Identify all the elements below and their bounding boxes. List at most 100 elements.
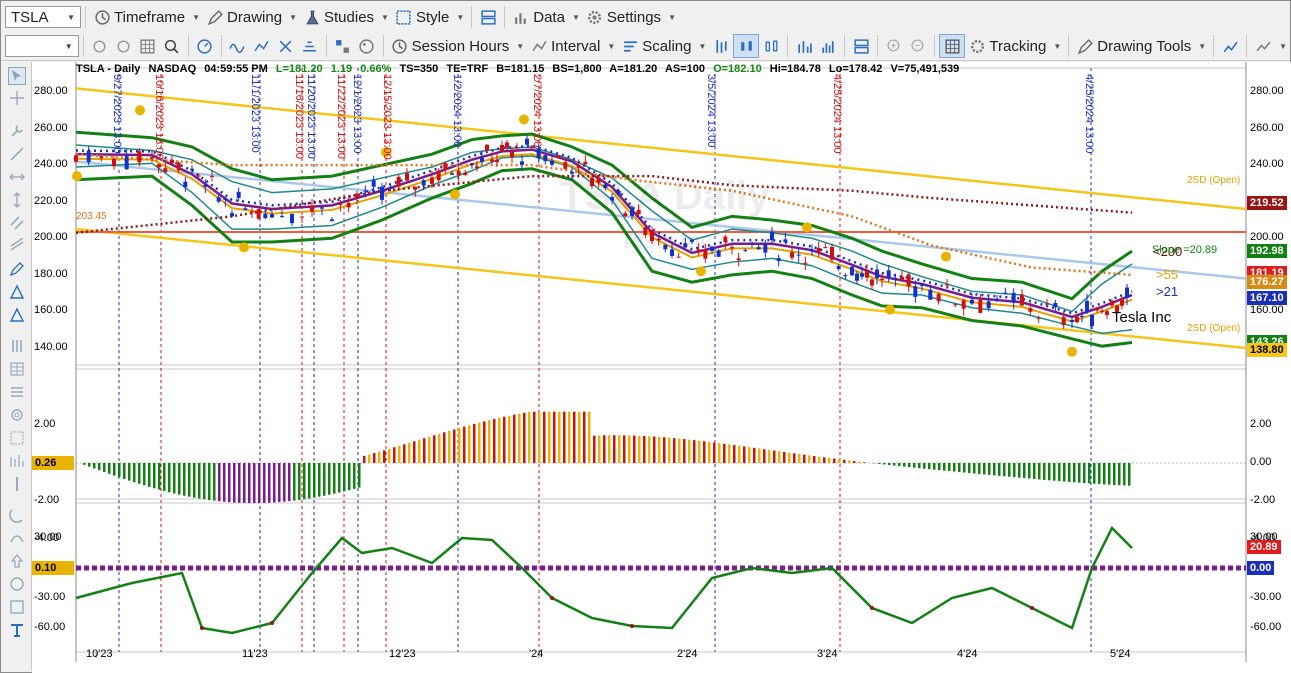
candle-body bbox=[338, 203, 343, 205]
pencil-icon bbox=[206, 8, 224, 26]
chart-settings-button[interactable]: ▼ bbox=[1251, 34, 1290, 58]
x-axis-label: 10'23 bbox=[86, 648, 113, 660]
candle-body bbox=[256, 209, 261, 219]
hist-bar bbox=[473, 423, 476, 463]
pitchfork-tool[interactable] bbox=[8, 306, 26, 324]
text-tool[interactable] bbox=[8, 621, 26, 639]
ruler-tool[interactable] bbox=[8, 475, 26, 493]
studies-button[interactable]: Studies ▼ bbox=[300, 5, 392, 29]
separator bbox=[504, 6, 506, 28]
channel-tool[interactable] bbox=[8, 214, 26, 232]
hist-bar bbox=[328, 463, 331, 495]
bar-style-button[interactable] bbox=[709, 34, 733, 58]
options-button[interactable] bbox=[331, 34, 355, 58]
zoom-range-button[interactable] bbox=[160, 34, 184, 58]
layout-button[interactable] bbox=[476, 5, 500, 29]
chart-ts: TS=350 bbox=[399, 63, 439, 75]
drawing-tools-button[interactable]: Drawing Tools ▼ bbox=[1073, 34, 1209, 58]
bars-tool[interactable] bbox=[8, 337, 26, 355]
candle-body bbox=[290, 213, 294, 224]
chart-area[interactable]: TSLA - Daily NASDAQ 04:59:55 PM L=181.20… bbox=[32, 62, 1291, 673]
zoom-out-button[interactable] bbox=[906, 34, 930, 58]
text-icon bbox=[11, 624, 23, 637]
zoom-in-button[interactable] bbox=[882, 34, 906, 58]
osc-marker bbox=[270, 621, 274, 625]
sd-open-bottom-label: 2SD (Open) bbox=[1187, 323, 1241, 334]
hist-bar bbox=[908, 463, 911, 468]
session-hours-button[interactable]: Session Hours ▼ bbox=[388, 34, 527, 58]
chart-canvas[interactable] bbox=[32, 62, 1291, 673]
price-tick-right: 240.00 bbox=[1250, 158, 1284, 171]
adjust-button[interactable] bbox=[274, 34, 298, 58]
settings-button[interactable]: Settings ▼ bbox=[583, 5, 679, 29]
wrench-tool[interactable] bbox=[8, 122, 26, 140]
hollow-candle-button[interactable] bbox=[759, 34, 783, 58]
hist-bar bbox=[818, 456, 821, 463]
hist-bar bbox=[1043, 463, 1046, 480]
horizontal-arrows-tool[interactable] bbox=[8, 168, 26, 186]
crosshair-tool[interactable] bbox=[8, 89, 26, 107]
gann-tool[interactable] bbox=[8, 429, 26, 447]
candle-body bbox=[470, 163, 474, 165]
refresh-button[interactable] bbox=[88, 34, 112, 58]
trend-button[interactable] bbox=[1218, 34, 1242, 58]
chart-combo[interactable]: ▼ bbox=[5, 35, 79, 57]
grid-toggle-button[interactable] bbox=[939, 34, 966, 58]
osc-tick-left: -30.00 bbox=[34, 591, 66, 603]
candle-style-button[interactable] bbox=[733, 34, 760, 58]
pattern-button[interactable] bbox=[250, 34, 274, 58]
vertical-arrows-tool[interactable] bbox=[8, 191, 26, 209]
fibonacci-tool[interactable] bbox=[8, 237, 26, 255]
hist-tick-right: 2.00 bbox=[1250, 418, 1272, 430]
watermark-title: TSLA Daily bbox=[560, 174, 770, 218]
cycle-tool[interactable] bbox=[8, 452, 26, 470]
line-tool[interactable] bbox=[8, 145, 26, 163]
hist-bar bbox=[893, 463, 896, 466]
osc-tick-right: -30.00 bbox=[1250, 591, 1282, 603]
interval-button[interactable]: Interval ▼ bbox=[527, 34, 618, 58]
drawing-button[interactable]: Drawing ▼ bbox=[203, 5, 300, 29]
colors-button[interactable] bbox=[355, 34, 379, 58]
scaling-button[interactable]: Scaling ▼ bbox=[618, 34, 709, 58]
hist-bar bbox=[808, 455, 811, 463]
ellipse-tool[interactable] bbox=[8, 575, 26, 593]
session-marker-label: 11/16/2023 13:00 bbox=[293, 74, 305, 159]
candle-body bbox=[112, 158, 116, 167]
candle-body bbox=[776, 258, 781, 261]
compare-button[interactable] bbox=[298, 34, 322, 58]
hist-bar bbox=[223, 463, 226, 502]
cycle-icon bbox=[10, 455, 24, 467]
tracking-button[interactable]: Tracking ▼ bbox=[965, 34, 1064, 58]
list-tool[interactable] bbox=[8, 383, 26, 401]
cursor-tool[interactable] bbox=[8, 67, 26, 85]
style-button[interactable]: Style ▼ bbox=[392, 5, 467, 29]
data-button[interactable]: Data ▼ bbox=[509, 5, 583, 29]
table-tool[interactable] bbox=[8, 360, 26, 378]
sd-open-top-label: 2SD (Open) bbox=[1187, 175, 1241, 186]
arrow-up-tool[interactable] bbox=[8, 552, 26, 570]
timeframe-button[interactable]: Timeframe ▼ bbox=[90, 5, 203, 29]
wave-button[interactable] bbox=[226, 34, 250, 58]
symbol-combo[interactable]: TSLA ▼ bbox=[5, 6, 81, 28]
spiral-tool[interactable] bbox=[8, 406, 26, 424]
pen-tool[interactable] bbox=[8, 260, 26, 278]
arc-tool[interactable] bbox=[8, 506, 26, 524]
rectangle-tool[interactable] bbox=[8, 598, 26, 616]
candle-body bbox=[310, 205, 314, 212]
split-view-button[interactable] bbox=[849, 34, 873, 58]
candle-body bbox=[850, 266, 854, 276]
gauge-button[interactable] bbox=[193, 34, 217, 58]
grid-button[interactable] bbox=[136, 34, 160, 58]
histogram-button[interactable] bbox=[816, 34, 840, 58]
hist-bar bbox=[593, 435, 596, 463]
hist-bar bbox=[448, 430, 451, 463]
candle-body bbox=[906, 274, 911, 287]
candle-body bbox=[756, 247, 761, 250]
volume-bars-button[interactable] bbox=[792, 34, 816, 58]
triangle-tool[interactable] bbox=[8, 283, 26, 301]
wave-icon bbox=[229, 37, 247, 55]
price-tag: 192.98 bbox=[1247, 244, 1287, 259]
curve-tool[interactable] bbox=[8, 529, 26, 547]
reload-button[interactable] bbox=[112, 34, 136, 58]
flask-icon bbox=[303, 8, 321, 26]
